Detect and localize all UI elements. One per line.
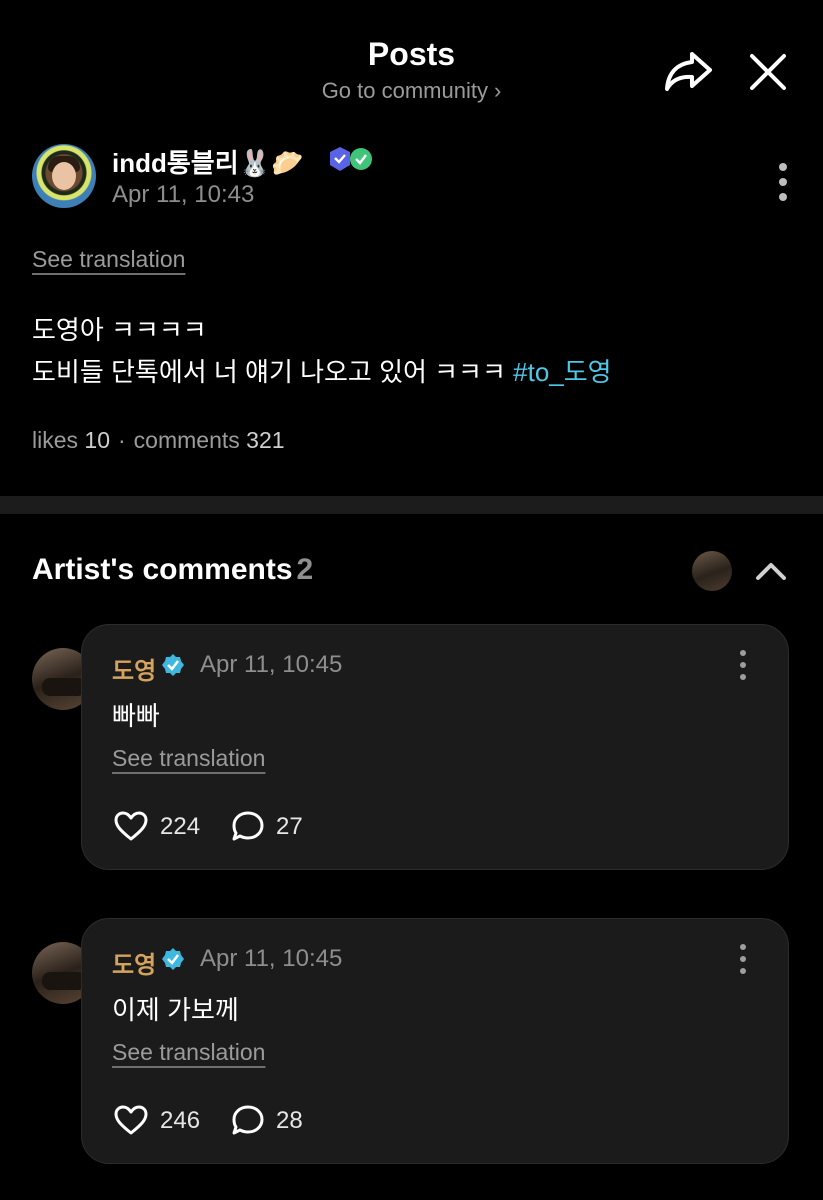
like-button[interactable] xyxy=(113,810,149,842)
comment-more-button[interactable] xyxy=(736,943,750,975)
close-button[interactable] xyxy=(746,50,790,94)
artist-comments-title: Artist's comments 2 xyxy=(32,553,313,587)
badge-icon xyxy=(330,147,372,171)
reply-button[interactable] xyxy=(231,810,265,842)
author-emoji: 🐰🥟 xyxy=(238,149,304,179)
comment-text: 빠빠 xyxy=(112,701,160,731)
comments-count: 321 xyxy=(246,427,285,453)
comment-timestamp: Apr 11, 10:45 xyxy=(200,945,343,972)
avatar-face xyxy=(52,162,76,190)
verified-icon xyxy=(161,653,185,677)
artist-avatar xyxy=(692,551,732,591)
author-name-text: indd통블리 xyxy=(112,148,239,178)
comment-icon xyxy=(232,811,264,841)
see-translation-link[interactable]: See translation xyxy=(112,1039,265,1066)
comment-timestamp: Apr 11, 10:45 xyxy=(200,651,343,678)
heart-icon xyxy=(114,1105,148,1135)
more-vertical-icon xyxy=(779,163,787,201)
reply-button[interactable] xyxy=(231,1104,265,1136)
like-count: 224 xyxy=(160,813,201,840)
stats-separator: · xyxy=(118,427,126,453)
comments-label[interactable]: comments xyxy=(134,427,240,453)
post-text-line: 도비들 단톡에서 너 얘기 나오고 있어 ㅋㅋㅋ #to_도영 xyxy=(32,352,612,389)
artist-comments-count: 2 xyxy=(296,553,314,586)
section-divider xyxy=(0,496,823,514)
comment-icon xyxy=(232,1105,264,1135)
author-avatar[interactable] xyxy=(32,144,96,208)
likes-count: 10 xyxy=(84,427,110,453)
chevron-up-icon xyxy=(756,563,786,580)
more-vertical-icon xyxy=(740,944,746,974)
like-count: 246 xyxy=(160,1107,201,1134)
collapse-button[interactable] xyxy=(754,556,788,586)
see-translation-link[interactable]: See translation xyxy=(32,246,185,273)
post-stats: likes 10 · comments 321 xyxy=(32,427,285,454)
post-timestamp: Apr 11, 10:43 xyxy=(112,181,255,208)
verified-icon xyxy=(161,947,185,971)
comment-author[interactable]: 도영 xyxy=(112,651,156,686)
go-to-community-label: Go to community xyxy=(321,78,488,103)
like-button[interactable] xyxy=(113,1104,149,1136)
see-translation-link[interactable]: See translation xyxy=(112,745,265,772)
post-more-button[interactable] xyxy=(772,162,794,202)
reply-count: 27 xyxy=(276,813,303,840)
chevron-right-icon: › xyxy=(493,78,502,103)
author-name[interactable]: indd통블리🐰🥟 xyxy=(112,143,303,180)
reply-count: 28 xyxy=(276,1107,303,1134)
close-icon xyxy=(750,54,786,90)
artist-comments-label: Artist's comments xyxy=(32,553,293,586)
heart-icon xyxy=(114,811,148,841)
comment-more-button[interactable] xyxy=(736,649,750,681)
comment-author[interactable]: 도영 xyxy=(112,945,156,980)
likes-label[interactable]: likes xyxy=(32,427,78,453)
more-vertical-icon xyxy=(740,650,746,680)
post-text: 도비들 단톡에서 너 얘기 나오고 있어 ㅋㅋㅋ xyxy=(32,357,514,387)
membership-badges xyxy=(328,146,374,172)
post-text-line: 도영아 ㅋㅋㅋㅋ xyxy=(32,315,207,345)
comment-text: 이제 가보께 xyxy=(112,995,239,1025)
share-icon xyxy=(665,52,712,91)
share-button[interactable] xyxy=(662,48,714,94)
hashtag-link[interactable]: #to_도영 xyxy=(513,357,611,387)
